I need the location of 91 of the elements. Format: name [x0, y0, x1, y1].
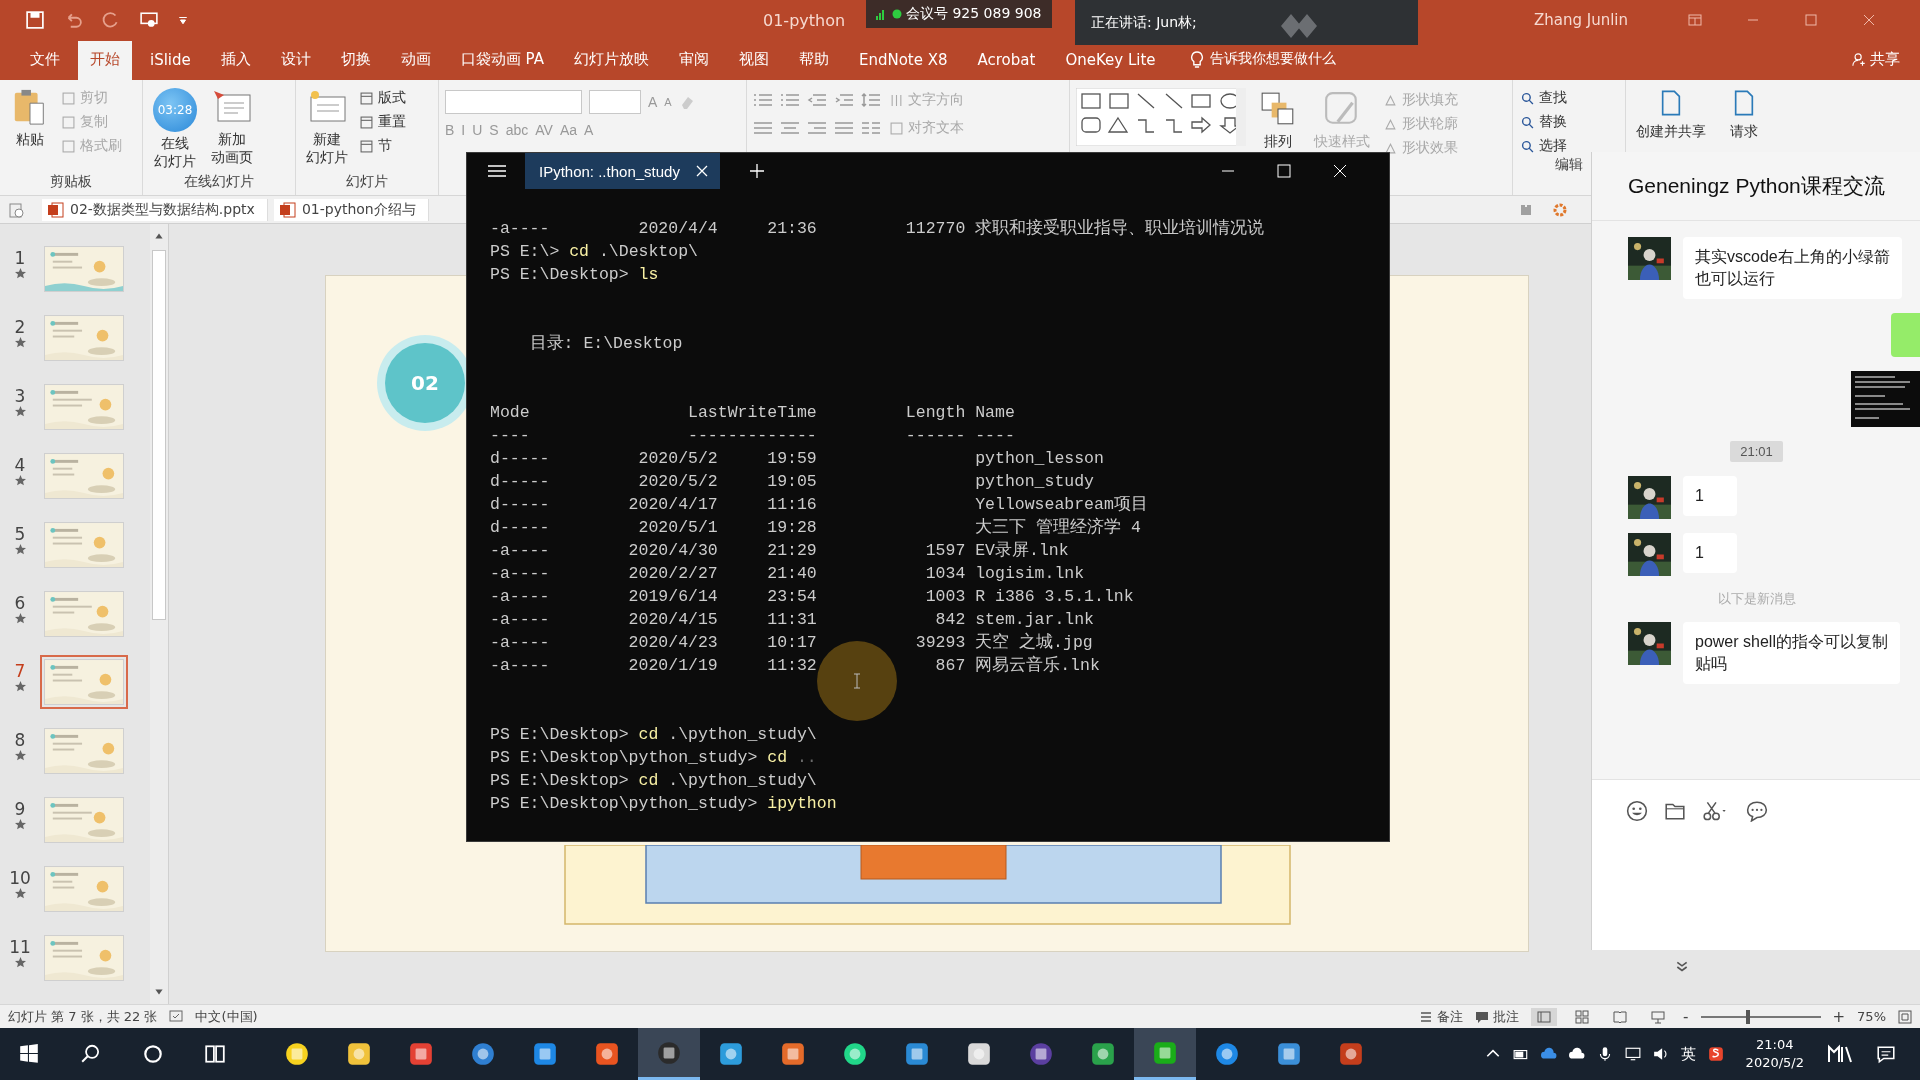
group-label: 在线幻灯片 — [183, 173, 255, 191]
acrobat-button[interactable]: 创建并共享 — [1632, 86, 1710, 146]
editing-item[interactable]: 查找 — [1519, 88, 1619, 108]
new-slide-button[interactable]: 新建 幻灯片 — [302, 86, 352, 173]
user-name: Zhang Junlin — [1533, 11, 1628, 29]
window-title: 01-python — [763, 10, 846, 30]
ribbon-tab[interactable]: OneKey Lite — [1053, 42, 1168, 80]
arrange-button[interactable]: 排列 — [1254, 88, 1302, 152]
slides-item[interactable]: 节 — [358, 136, 408, 156]
terminal-line: -a---- 2020/4/15 11:31 842 stem.jar.lnk — [490, 609, 1095, 631]
ribbon-tab[interactable]: EndNote X8 — [846, 42, 960, 80]
online-slides-button[interactable]: 03:28 在线 幻灯片 — [149, 86, 201, 173]
tell-me-search[interactable]: 告诉我你想要做什么 — [1181, 50, 1344, 80]
ribbon-tab[interactable]: 幻灯片放映 — [561, 41, 661, 80]
terminal-line: -a---- 2020/4/23 10:17 39293 天空 之城.jpg — [490, 631, 1094, 654]
slide-number: 3 — [14, 385, 26, 406]
terminal-command-line: PS E:\Desktop> cd .\python_study\ — [490, 770, 818, 792]
ribbon-tab[interactable]: 视图 — [726, 41, 781, 80]
new-animation-page-button[interactable]: 新加 动画页 — [207, 86, 257, 173]
chat-title: Geneningz Python课程交流 — [1628, 173, 1885, 199]
terminal-command-line: PS E:\Desktop\python_study> ipython — [490, 793, 838, 815]
terminal-tab[interactable]: IPython: ..thon_study — [525, 153, 720, 189]
clock-date[interactable]: 2020/5/2 — [1745, 1054, 1804, 1072]
ribbon-tab[interactable]: 开始 — [78, 41, 132, 80]
timer-badge: 03:28 — [153, 88, 197, 132]
ribbon-tab[interactable]: 帮助 — [786, 41, 841, 80]
zoom-level-text[interactable]: 75% — [1857, 1009, 1886, 1024]
slide-number: 9 — [14, 799, 26, 820]
ribbon-tab[interactable]: 审阅 — [666, 41, 721, 80]
terminal-line: Mode LastWriteTime Length Name — [490, 402, 1016, 424]
terminal-line: -a---- 2020/1/19 11:32 867 网易云音乐.lnk — [490, 654, 1101, 677]
notes-button[interactable]: 备注 — [1419, 1007, 1464, 1026]
slide-number: 1 — [14, 248, 26, 268]
format-button[interactable]: I — [461, 122, 466, 138]
document-tab[interactable]: 01-python介绍与 — [273, 198, 429, 221]
input-method-indicator[interactable]: 英 — [1680, 1044, 1696, 1064]
slide-number: 11 — [9, 937, 31, 958]
ribbon-tab[interactable]: 口袋动画 PA — [448, 41, 556, 80]
terminal-line: -a---- 2019/6/14 23:54 1003 R i386 3.5.1.lnk — [490, 586, 1135, 608]
ribbon-tab[interactable]: 插入 — [208, 41, 263, 80]
terminal-line: ---- ------------- ------ ---- — [490, 425, 1016, 447]
terminal-line: -a---- 2020/2/27 21:40 1034 logisim.lnk — [490, 563, 1086, 585]
share-button[interactable]: 共享 — [1852, 50, 1900, 80]
group-label: 剪贴板 — [49, 173, 93, 191]
terminal-line: -a---- 2020/4/30 21:29 1597 EV录屏.lnk — [490, 540, 1070, 562]
terminal-command-line: PS E:\Desktop> cd .\python_study\ — [490, 724, 818, 746]
zoom-in-button[interactable]: + — [1832, 1007, 1846, 1026]
terminal-command-line: PS E:\> cd .\Desktop\ — [490, 241, 699, 263]
terminal-command-line: PS E:\Desktop\python_study> cd .. — [490, 747, 818, 769]
slide-number: 4 — [14, 454, 26, 475]
editing-item[interactable]: 选择 — [1519, 136, 1619, 156]
slide-number: 2 — [14, 316, 26, 337]
ribbon-tab[interactable]: 文件 — [18, 41, 72, 80]
slides-item[interactable]: 版式 — [358, 88, 408, 108]
slides-item[interactable]: 重置 — [358, 112, 408, 132]
message-bubble: power shell的指令可以复制 贴吗 — [1683, 622, 1900, 684]
ribbon-tab[interactable]: 动画 — [388, 41, 443, 80]
language-text[interactable]: 中文(中国) — [195, 1007, 258, 1026]
slide-number: 10 — [9, 868, 31, 889]
message-bubble: 1 — [1683, 476, 1737, 516]
paste-button[interactable]: 粘贴 — [6, 86, 54, 173]
group-label: 幻灯片 — [345, 173, 389, 191]
format-button[interactable]: B — [445, 122, 455, 138]
slide-number: 7 — [14, 661, 26, 682]
ribbon-tab[interactable]: 切换 — [328, 41, 383, 80]
terminal-line: d----- 2020/4/17 11:16 Yellowseabream项目 — [490, 494, 1149, 516]
zoom-out-button[interactable]: - — [1683, 1007, 1689, 1026]
terminal-command-line: PS E:\Desktop> ls — [490, 264, 660, 286]
terminal-line: d----- 2020/5/1 19:28 大三下 管理经济学 4 — [490, 516, 1142, 539]
message-bubble: 其实vscode右上角的小绿箭 也可以运行 — [1683, 237, 1902, 299]
message-bubble: 1 — [1683, 533, 1737, 573]
terminal-line: d----- 2020/5/2 19:05 python_study — [490, 471, 1095, 493]
ribbon-tab[interactable]: Acrobat — [965, 42, 1048, 80]
meeting-id: 会议号 925 089 908 — [906, 5, 1042, 23]
timestamp: 21:01 — [1730, 441, 1783, 462]
slide-number: 8 — [14, 730, 26, 751]
editing-item[interactable]: 替换 — [1519, 112, 1619, 132]
slide-number: 5 — [14, 523, 26, 544]
group-label: 编辑 — [1554, 156, 1584, 174]
speaking-text: 正在讲话: Jun林; — [1091, 13, 1197, 32]
slide-count-text: 幻灯片 第 7 张，共 22 张 — [8, 1007, 158, 1026]
slide-number: 6 — [14, 592, 26, 613]
document-tab[interactable]: 02-数据类型与数据结构.pptx — [42, 198, 268, 221]
terminal-line: -a---- 2020/4/4 21:36 112770 求职和接受职业指导、职业培训情况说 — [490, 217, 1266, 240]
ribbon-tab[interactable]: iSlide — [138, 42, 203, 80]
acrobat-button[interactable]: 请求 — [1720, 86, 1768, 146]
terminal-line: 目录: E:\Desktop — [528, 333, 684, 355]
clock-time[interactable]: 21:04 — [1756, 1036, 1794, 1054]
terminal-line: d----- 2020/5/2 19:59 python_lesson — [490, 448, 1105, 470]
ribbon-tab[interactable]: 设计 — [268, 41, 323, 80]
comments-button[interactable]: 批注 — [1475, 1007, 1520, 1026]
